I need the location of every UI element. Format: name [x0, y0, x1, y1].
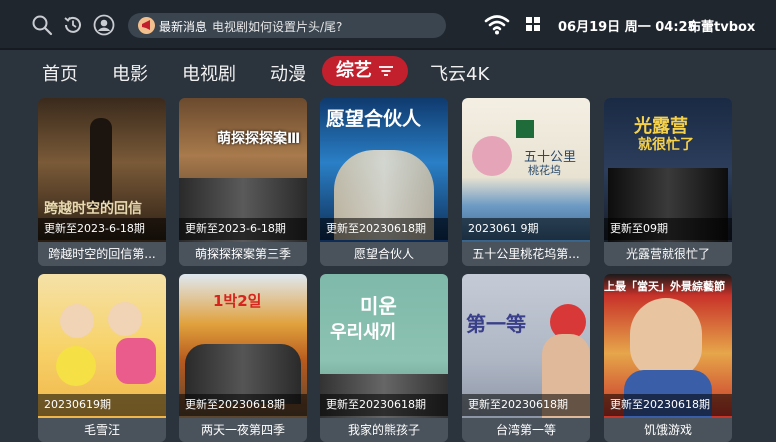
- news-label: 最新消息: [159, 20, 208, 34]
- category-tabs: 首页 电影 电视剧 动漫 综艺 飞云4K: [0, 56, 776, 88]
- search-icon[interactable]: [31, 14, 53, 36]
- episode-badge: 更新至20230618期: [462, 394, 590, 416]
- tab-tv-series[interactable]: 电视剧: [182, 60, 236, 86]
- episode-badge: 更新至2023-6-18期: [179, 218, 307, 240]
- episode-badge: 2023061 9期: [462, 218, 590, 240]
- video-card-10[interactable]: 上最「當天」外景綜藝節 更新至20230618期 饥饿游戏: [604, 274, 732, 442]
- video-card-2[interactable]: 萌探探探案Ⅲ 更新至2023-6-18期 萌探探探案第三季: [179, 98, 307, 266]
- poster-title-text: 미운: [360, 294, 397, 318]
- history-icon[interactable]: [62, 14, 84, 36]
- top-bar-divider: [0, 48, 776, 50]
- apps-grid-icon[interactable]: [526, 17, 540, 31]
- episode-badge: 更新至20230618期: [320, 218, 448, 240]
- video-card-3[interactable]: 愿望合伙人 更新至20230618期 愿望合伙人: [320, 98, 448, 266]
- episode-badge: 更新至20230618期: [320, 394, 448, 416]
- poster-subtitle-text: 就很忙了: [638, 137, 694, 153]
- episode-badge: 更新至20230618期: [604, 394, 732, 416]
- video-title: 五十公里桃花坞第...: [462, 242, 590, 266]
- tab-variety-label: 综艺: [336, 60, 372, 81]
- poster-title-text: 跨越时空的回信: [44, 201, 142, 217]
- video-title: 萌探探探案第三季: [179, 242, 307, 266]
- episode-badge: 20230619期: [38, 394, 166, 416]
- tab-variety[interactable]: 综艺: [322, 56, 408, 86]
- video-card-1[interactable]: 跨越时空的回信 更新至2023-6-18期 跨越时空的回信第...: [38, 98, 166, 266]
- poster-subtitle-text: 우리새끼: [330, 322, 397, 343]
- episode-badge: 更新至09期: [604, 218, 732, 240]
- poster-title-text: 萌探探探案Ⅲ: [217, 131, 301, 147]
- top-bar: 最新消息 电视剧如何设置片头/尾? 06月19日 周一 04:25 布蕾tvbo…: [0, 0, 776, 50]
- video-title: 愿望合伙人: [320, 242, 448, 266]
- poster-subtitle-text: 桃花坞: [528, 164, 561, 177]
- video-card-8[interactable]: 미운 우리새끼 更新至20230618期 我家的熊孩子: [320, 274, 448, 442]
- episode-badge: 更新至2023-6-18期: [38, 218, 166, 240]
- video-card-9[interactable]: 第一等 更新至20230618期 台湾第一等: [462, 274, 590, 442]
- news-ticker[interactable]: 最新消息 电视剧如何设置片头/尾?: [128, 13, 446, 38]
- video-title: 跨越时空的回信第...: [38, 242, 166, 266]
- poster-title-text: 1박2일: [213, 292, 262, 310]
- video-card-7[interactable]: 1박2일 更新至20230618期 两天一夜第四季: [179, 274, 307, 442]
- news-text: 电视剧如何设置片头/尾?: [212, 20, 343, 34]
- user-icon[interactable]: [93, 14, 115, 36]
- wifi-icon: [484, 15, 510, 35]
- episode-badge: 更新至20230618期: [179, 394, 307, 416]
- poster-title-text: 愿望合伙人: [326, 108, 422, 130]
- video-title: 毛雪汪: [38, 418, 166, 442]
- tab-anime[interactable]: 动漫: [270, 60, 306, 86]
- poster-title-text: 上最「當天」外景綜藝節: [604, 280, 725, 293]
- video-card-4[interactable]: 五十公里 桃花坞 2023061 9期 五十公里桃花坞第...: [462, 98, 590, 266]
- brand-name: 布蕾tvbox: [688, 20, 756, 35]
- filter-icon: [379, 66, 393, 76]
- video-title: 台湾第一等: [462, 418, 590, 442]
- video-card-5[interactable]: 光露营 就很忙了 更新至09期 光露营就很忙了: [604, 98, 732, 266]
- tab-feiyun-4k[interactable]: 飞云4K: [430, 60, 489, 86]
- tab-home[interactable]: 首页: [42, 60, 78, 86]
- video-title: 饥饿游戏: [604, 418, 732, 442]
- date-time: 06月19日 周一 04:25: [558, 20, 697, 35]
- video-card-6[interactable]: 20230619期 毛雪汪: [38, 274, 166, 442]
- video-title: 光露营就很忙了: [604, 242, 732, 266]
- video-title: 两天一夜第四季: [179, 418, 307, 442]
- announcement-icon: [138, 17, 155, 34]
- video-title: 我家的熊孩子: [320, 418, 448, 442]
- tab-movies[interactable]: 电影: [112, 60, 148, 86]
- poster-title-text: 第一等: [466, 312, 526, 336]
